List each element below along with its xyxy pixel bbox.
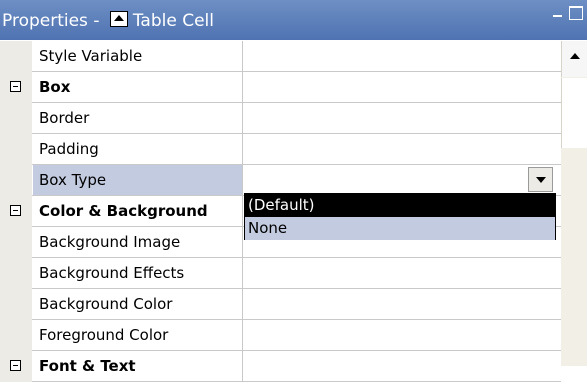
property-row-border[interactable]: Border [0, 103, 561, 134]
category-name: Font & Text [33, 351, 243, 381]
property-name: Border [33, 103, 243, 133]
window-titlebar: Properties - Table Cell [0, 0, 587, 40]
category-value [244, 72, 561, 102]
row-gutter [0, 134, 32, 165]
property-row-background-effects[interactable]: Background Effects [0, 258, 561, 289]
row-gutter [0, 258, 32, 289]
category-name: Box [33, 72, 243, 102]
vertical-scrollbar[interactable] [561, 41, 587, 366]
chevron-down-icon[interactable] [528, 167, 553, 192]
dropdown-option-default[interactable]: (Default) [245, 194, 555, 217]
category-row-box[interactable]: Box [0, 72, 561, 103]
window-title: Properties - Table Cell [2, 10, 214, 31]
row-gutter [0, 165, 32, 196]
scroll-up-icon[interactable] [561, 41, 587, 77]
property-name: Foreground Color [33, 320, 243, 350]
row-gutter [0, 320, 32, 351]
maximize-button[interactable] [569, 6, 583, 20]
row-gutter [0, 351, 32, 382]
property-name: Background Effects [33, 258, 243, 288]
row-gutter [0, 103, 32, 134]
property-row-padding[interactable]: Padding [0, 134, 561, 165]
minimize-button[interactable] [553, 15, 562, 17]
property-name: Background Color [33, 289, 243, 319]
property-name: Padding [33, 134, 243, 164]
box-type-select[interactable] [244, 165, 561, 195]
title-label: Table Cell [132, 10, 214, 31]
category-value [244, 351, 561, 381]
row-gutter [0, 41, 32, 72]
collapse-icon[interactable] [10, 81, 21, 92]
scroll-thumb[interactable] [561, 78, 587, 148]
box-type-dropdown-list: (Default) None [244, 193, 556, 240]
property-value[interactable] [244, 134, 561, 164]
table-cell-icon [109, 10, 128, 27]
property-name: Style Variable [33, 41, 243, 71]
row-gutter [0, 196, 32, 227]
property-row-foreground-color[interactable]: Foreground Color [0, 320, 561, 351]
property-value[interactable] [244, 320, 561, 350]
property-value[interactable] [244, 41, 561, 71]
collapse-icon[interactable] [10, 205, 21, 216]
title-prefix: Properties - [2, 10, 105, 31]
row-gutter [0, 72, 32, 103]
category-name: Color & Background [33, 196, 243, 226]
property-row-box-type[interactable]: Box Type [0, 165, 561, 196]
property-value[interactable] [244, 258, 561, 288]
property-row-background-color[interactable]: Background Color [0, 289, 561, 320]
row-gutter [0, 289, 32, 320]
category-row-font-text[interactable]: Font & Text [0, 351, 561, 382]
property-value[interactable] [244, 103, 561, 133]
property-row-style-variable[interactable]: Style Variable [0, 41, 561, 72]
row-gutter [0, 227, 32, 258]
property-name: Box Type [33, 165, 243, 195]
dropdown-option-none[interactable]: None [245, 217, 555, 240]
property-value[interactable] [244, 289, 561, 319]
property-name: Background Image [33, 227, 243, 257]
